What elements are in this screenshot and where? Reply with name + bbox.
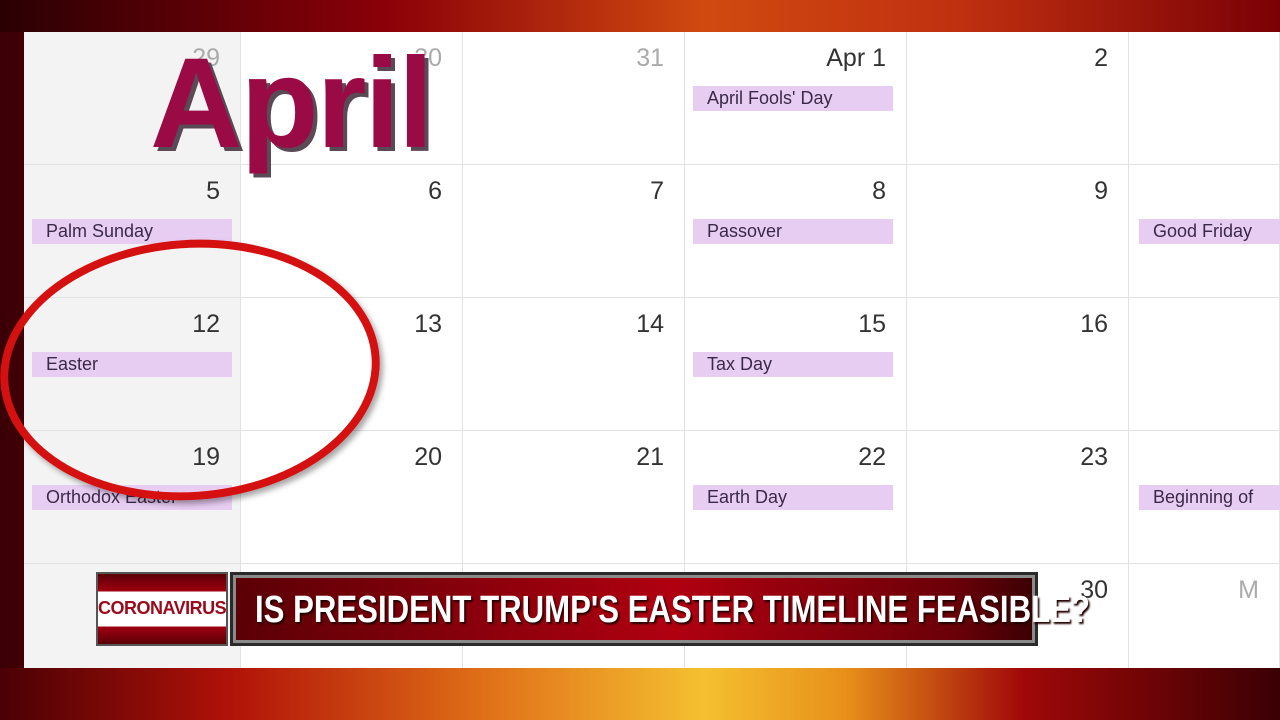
event-chip[interactable]: Good Friday: [1139, 219, 1280, 244]
day-cell[interactable]: 8 Passover: [685, 165, 907, 298]
day-number: 31: [636, 44, 664, 72]
day-cell[interactable]: 23: [907, 431, 1129, 564]
day-cell[interactable]: Beginning of: [1129, 431, 1280, 564]
day-cell[interactable]: Good Friday: [1129, 165, 1280, 298]
day-cell[interactable]: 16: [907, 298, 1129, 431]
event-chip[interactable]: Beginning of: [1139, 485, 1280, 510]
month-title: April: [150, 32, 434, 175]
day-number: 15: [858, 310, 886, 338]
day-number: M: [1238, 576, 1259, 604]
day-number: Apr 1: [826, 44, 886, 72]
day-number: 7: [650, 177, 664, 205]
topic-tag: CORONAVIRUS: [96, 572, 228, 646]
day-number: 8: [872, 177, 886, 205]
day-cell[interactable]: 21: [463, 431, 685, 564]
headline-bar: IS PRESIDENT TRUMP'S EASTER TIMELINE FEA…: [230, 572, 1090, 646]
day-cell[interactable]: 7: [463, 165, 685, 298]
day-number: 20: [414, 443, 442, 471]
day-cell[interactable]: Apr 1 April Fools' Day: [685, 32, 907, 165]
day-number: 5: [206, 177, 220, 205]
day-number: 21: [636, 443, 664, 471]
event-chip[interactable]: April Fools' Day: [693, 86, 893, 111]
day-number: 14: [636, 310, 664, 338]
topic-tag-label: CORONAVIRUS: [98, 598, 227, 618]
background-bottom: [0, 668, 1280, 720]
day-cell[interactable]: 2: [907, 32, 1129, 165]
day-number: 2: [1094, 44, 1108, 72]
day-cell[interactable]: 31: [463, 32, 685, 165]
day-number: 13: [414, 310, 442, 338]
day-number: 6: [428, 177, 442, 205]
day-cell[interactable]: 15 Tax Day: [685, 298, 907, 431]
event-chip[interactable]: Tax Day: [693, 352, 893, 377]
day-number: 22: [858, 443, 886, 471]
day-cell[interactable]: M: [1129, 564, 1280, 668]
day-number: 9: [1094, 177, 1108, 205]
day-cell[interactable]: 9: [907, 165, 1129, 298]
day-cell[interactable]: 14: [463, 298, 685, 431]
event-chip[interactable]: Passover: [693, 219, 893, 244]
headline-text: IS PRESIDENT TRUMP'S EASTER TIMELINE FEA…: [255, 589, 1090, 631]
day-number: 23: [1080, 443, 1108, 471]
day-cell[interactable]: [1129, 298, 1280, 431]
event-chip[interactable]: Earth Day: [693, 485, 893, 510]
day-number: 16: [1080, 310, 1108, 338]
background-top: [0, 0, 1280, 32]
day-cell[interactable]: [1129, 32, 1280, 165]
day-cell[interactable]: 22 Earth Day: [685, 431, 907, 564]
